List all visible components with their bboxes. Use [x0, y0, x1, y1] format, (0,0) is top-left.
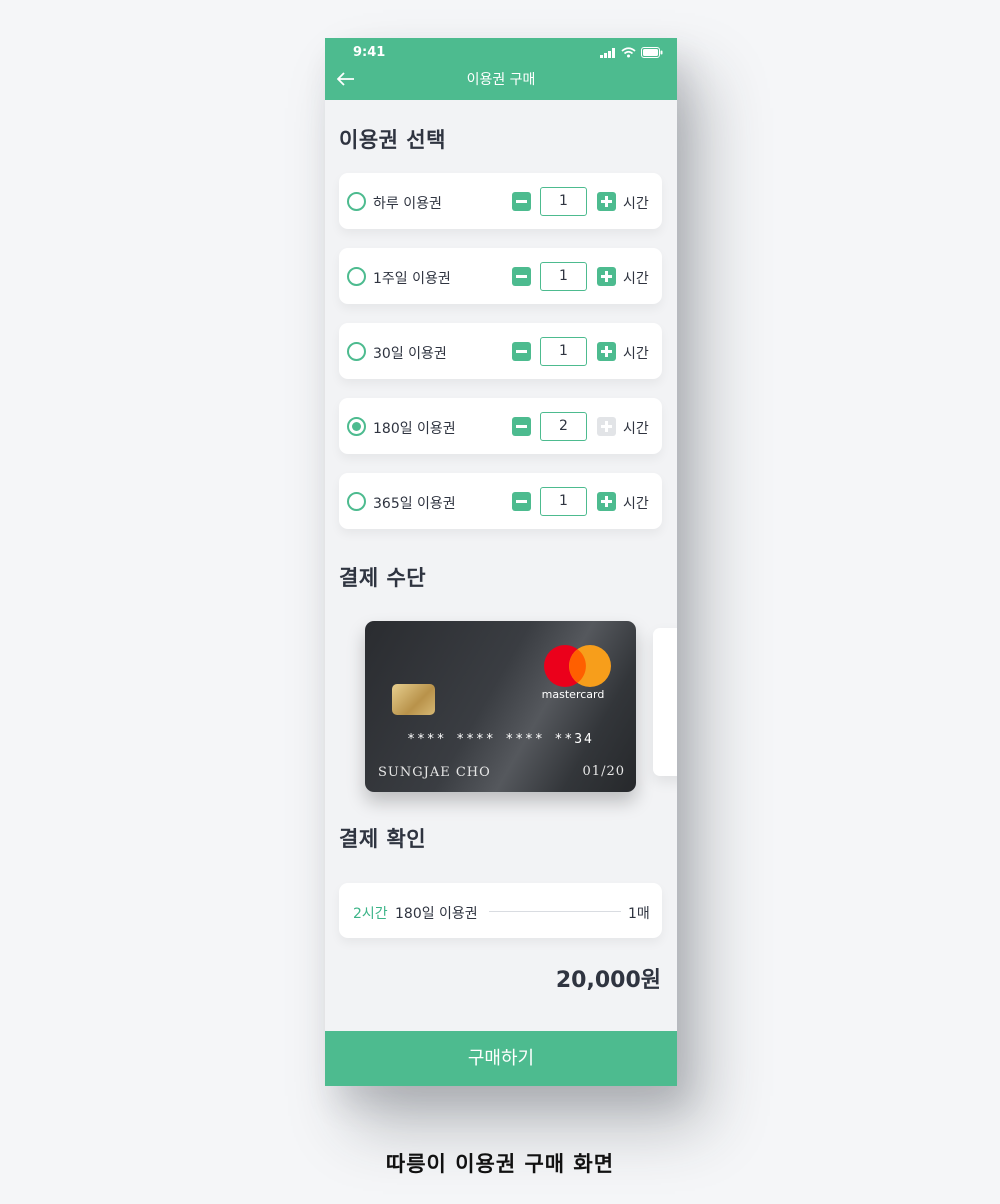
- radio-button[interactable]: [347, 342, 366, 361]
- signal-icon: [600, 47, 615, 58]
- card-holder: SUNGJAE CHO: [378, 765, 491, 780]
- status-time: 9:41: [353, 45, 386, 60]
- ticket-option-365days[interactable]: 365일 이용권 1 시간: [339, 473, 662, 529]
- decrease-button[interactable]: [512, 417, 531, 436]
- quantity-input[interactable]: 2: [540, 412, 587, 441]
- ticket-option-daily[interactable]: 하루 이용권 1 시간: [339, 173, 662, 229]
- phone-screen: 9:41 이용권 구매 이용권 선택 하루 이용권 1 시간 1주일 이용권 1…: [325, 38, 677, 1086]
- quantity-input[interactable]: 1: [540, 487, 587, 516]
- ticket-label: 하루 이용권: [373, 196, 442, 212]
- decrease-button[interactable]: [512, 192, 531, 211]
- ticket-label: 365일 이용권: [373, 496, 456, 512]
- radio-button-selected[interactable]: [347, 417, 366, 436]
- card-brand: mastercard: [541, 688, 605, 701]
- decrease-button[interactable]: [512, 267, 531, 286]
- summary-ticket: 180일 이용권: [395, 906, 478, 922]
- quantity-input[interactable]: 1: [540, 337, 587, 366]
- screen-caption: 따릉이 이용권 구매 화면: [385, 1152, 615, 1176]
- section-title-payment-method: 결제 수단: [339, 566, 427, 590]
- section-title-payment-confirm: 결제 확인: [339, 827, 427, 851]
- order-summary: 2시간 180일 이용권 1매: [339, 883, 662, 938]
- quantity-input[interactable]: 1: [540, 262, 587, 291]
- summary-hours: 2시간: [353, 906, 388, 922]
- increase-button[interactable]: [597, 342, 616, 361]
- quantity-unit: 시간: [623, 346, 649, 362]
- ticket-option-30days[interactable]: 30일 이용권 1 시간: [339, 323, 662, 379]
- quantity-input[interactable]: 1: [540, 187, 587, 216]
- card-expiry: 01/20: [582, 764, 625, 779]
- radio-button[interactable]: [347, 267, 366, 286]
- quantity-unit: 시간: [623, 271, 649, 287]
- app-bar: 9:41 이용권 구매: [325, 38, 677, 100]
- radio-button[interactable]: [347, 192, 366, 211]
- card-number: **** **** **** **34: [407, 732, 594, 747]
- next-payment-card[interactable]: [653, 628, 677, 776]
- section-title-ticket-select: 이용권 선택: [339, 128, 446, 152]
- battery-icon: [641, 47, 663, 58]
- ticket-option-weekly[interactable]: 1주일 이용권 1 시간: [339, 248, 662, 304]
- summary-count: 1매: [628, 906, 650, 922]
- ticket-label: 180일 이용권: [373, 421, 456, 437]
- divider: [489, 911, 621, 912]
- status-icons: [600, 47, 663, 58]
- credit-card[interactable]: mastercard **** **** **** **34 SUNGJAE C…: [365, 621, 636, 792]
- decrease-button[interactable]: [512, 492, 531, 511]
- page-title: 이용권 구매: [466, 72, 536, 88]
- ticket-label: 1주일 이용권: [373, 271, 451, 287]
- increase-button[interactable]: [597, 492, 616, 511]
- quantity-unit: 시간: [623, 496, 649, 512]
- mastercard-logo-icon: [544, 645, 611, 687]
- increase-button-disabled[interactable]: [597, 417, 616, 436]
- buy-button[interactable]: 구매하기: [325, 1031, 677, 1086]
- ticket-option-180days[interactable]: 180일 이용권 2 시간: [339, 398, 662, 454]
- radio-button[interactable]: [347, 492, 366, 511]
- card-chip-icon: [392, 684, 435, 715]
- increase-button[interactable]: [597, 192, 616, 211]
- quantity-unit: 시간: [623, 421, 649, 437]
- decrease-button[interactable]: [512, 342, 531, 361]
- wifi-icon: [621, 47, 636, 58]
- quantity-unit: 시간: [623, 196, 649, 212]
- ticket-label: 30일 이용권: [373, 346, 447, 362]
- total-price: 20,000원: [555, 968, 661, 993]
- increase-button[interactable]: [597, 267, 616, 286]
